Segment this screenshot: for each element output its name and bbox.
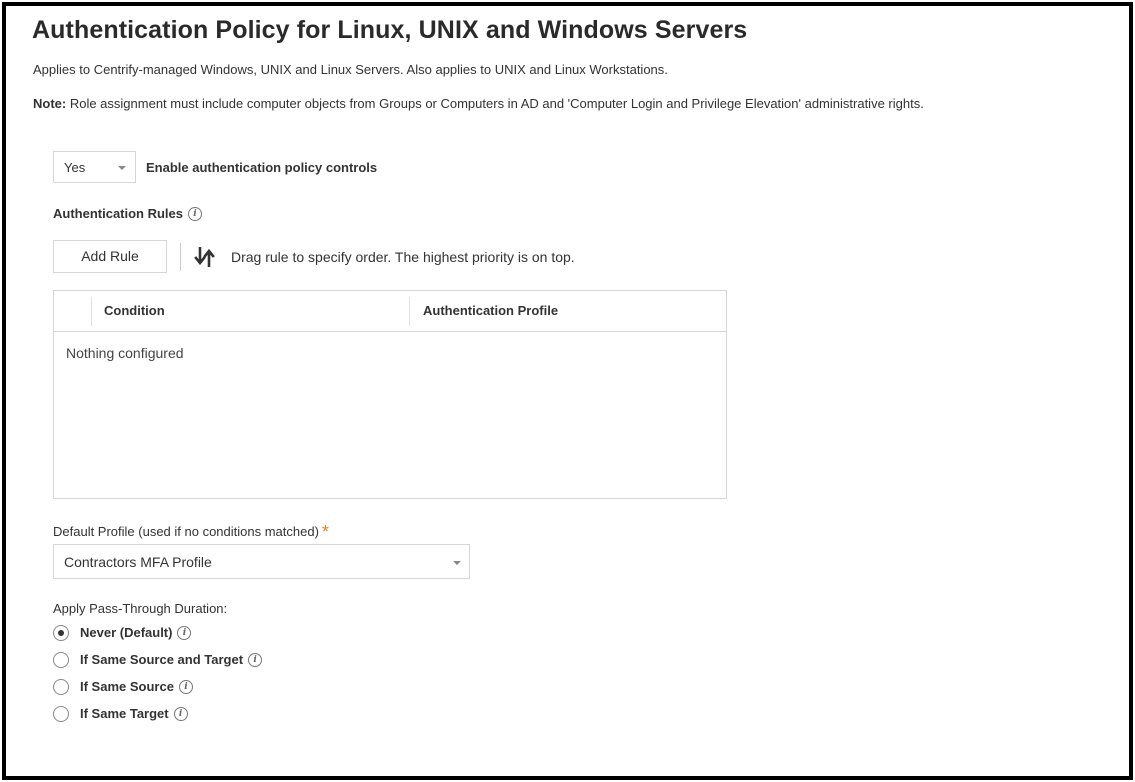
required-asterisk: * <box>321 522 329 542</box>
info-icon[interactable]: i <box>173 706 188 721</box>
info-icon[interactable]: i <box>178 679 193 694</box>
note-label: Note: <box>33 96 67 111</box>
column-divider <box>91 297 92 326</box>
column-header-condition[interactable]: Condition <box>104 303 165 318</box>
info-icon[interactable]: i <box>177 625 192 640</box>
info-icon[interactable]: i <box>188 206 203 221</box>
pass-through-label: Apply Pass-Through Duration: <box>53 601 228 616</box>
note-body: Role assignment must include computer ob… <box>66 96 924 111</box>
column-header-authentication-profile[interactable]: Authentication Profile <box>423 303 558 318</box>
chevron-down-icon <box>118 166 126 170</box>
default-profile-select[interactable]: Contractors MFA Profile <box>53 544 470 579</box>
enable-policy-select[interactable]: Yes <box>53 151 136 183</box>
radio-label: If Same Source <box>80 679 174 694</box>
radio-button[interactable] <box>53 625 69 641</box>
drag-hint-text: Drag rule to specify order. The highest … <box>231 249 575 265</box>
default-profile-label: Default Profile (used if no conditions m… <box>53 520 329 542</box>
radio-label: Never (Default) <box>80 625 173 640</box>
sort-arrows-icon <box>194 247 215 267</box>
default-profile-value: Contractors MFA Profile <box>64 554 212 570</box>
radio-button[interactable] <box>53 679 69 695</box>
authentication-rules-heading: Authentication Rules i <box>53 206 203 222</box>
radio-button[interactable] <box>53 706 69 722</box>
info-icon[interactable]: i <box>248 652 263 667</box>
note-text: Note: Role assignment must include compu… <box>33 96 924 111</box>
rules-table: Condition Authentication Profile Nothing… <box>53 290 727 499</box>
toolbar-divider <box>180 243 181 271</box>
add-rule-button[interactable]: Add Rule <box>53 240 167 273</box>
rules-table-header: Condition Authentication Profile <box>54 291 726 332</box>
enable-policy-label: Enable authentication policy controls <box>146 160 378 175</box>
default-profile-label-text: Default Profile (used if no conditions m… <box>53 524 319 539</box>
radio-label: If Same Target <box>80 706 169 721</box>
page-title: Authentication Policy for Linux, UNIX an… <box>32 16 748 44</box>
column-divider <box>409 297 410 326</box>
empty-table-message: Nothing configured <box>66 345 184 361</box>
chevron-down-icon <box>453 561 461 565</box>
radio-button[interactable] <box>53 652 69 668</box>
enable-policy-value: Yes <box>64 160 86 175</box>
page-subtitle: Applies to Centrify-managed Windows, UNI… <box>33 62 668 77</box>
authentication-rules-label: Authentication Rules <box>53 206 184 221</box>
radio-label: If Same Source and Target <box>80 652 244 667</box>
